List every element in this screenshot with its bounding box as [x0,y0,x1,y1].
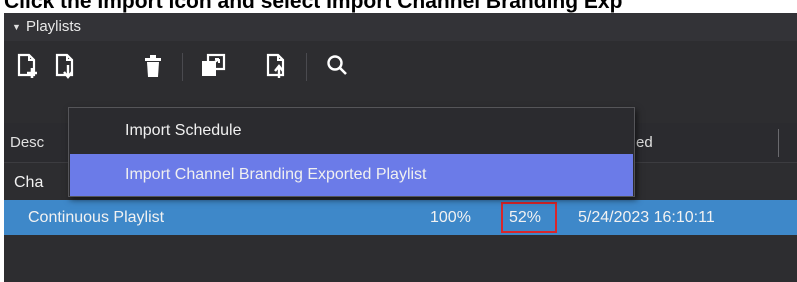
menu-item-import-schedule[interactable]: Import Schedule [70,110,633,152]
export-icon[interactable] [261,51,291,81]
delete-icon[interactable] [138,51,168,81]
search-icon[interactable] [322,51,352,81]
row-percent-1: 100% [430,209,471,226]
new-playlist-icon[interactable] [12,51,42,81]
panel-titlebar[interactable]: ▼ Playlists [4,13,797,41]
table-row-selected[interactable]: Continuous Playlist 100% 52% 5/24/2023 1… [4,200,797,235]
instruction-caption: Click the Import icon and select Import … [4,0,623,13]
column-divider[interactable] [778,129,779,157]
toolbar-separator [182,53,183,81]
import-dropdown-menu: Import Schedule Import Channel Branding … [68,107,635,197]
copy-to-icon[interactable] [198,51,228,81]
toolbar-separator [306,53,307,81]
menu-item-import-channel-branding[interactable]: Import Channel Branding Exported Playlis… [70,154,633,196]
column-header-description[interactable]: Desc [10,123,44,163]
import-icon[interactable] [50,51,80,81]
row-date: 5/24/2023 16:10:11 [578,209,715,226]
column-header-modified[interactable]: ed [636,123,653,163]
playlist-toolbar [4,41,797,91]
collapse-triangle-icon[interactable]: ▼ [12,13,21,41]
row-name: Cha [14,174,44,191]
row-percent-2-highlighted: 52% [501,202,557,233]
panel-title: Playlists [26,18,82,35]
row-name: Continuous Playlist [28,209,165,226]
playlists-panel: ▼ Playlists Desc ed Cha Continuous Playl… [4,13,797,282]
